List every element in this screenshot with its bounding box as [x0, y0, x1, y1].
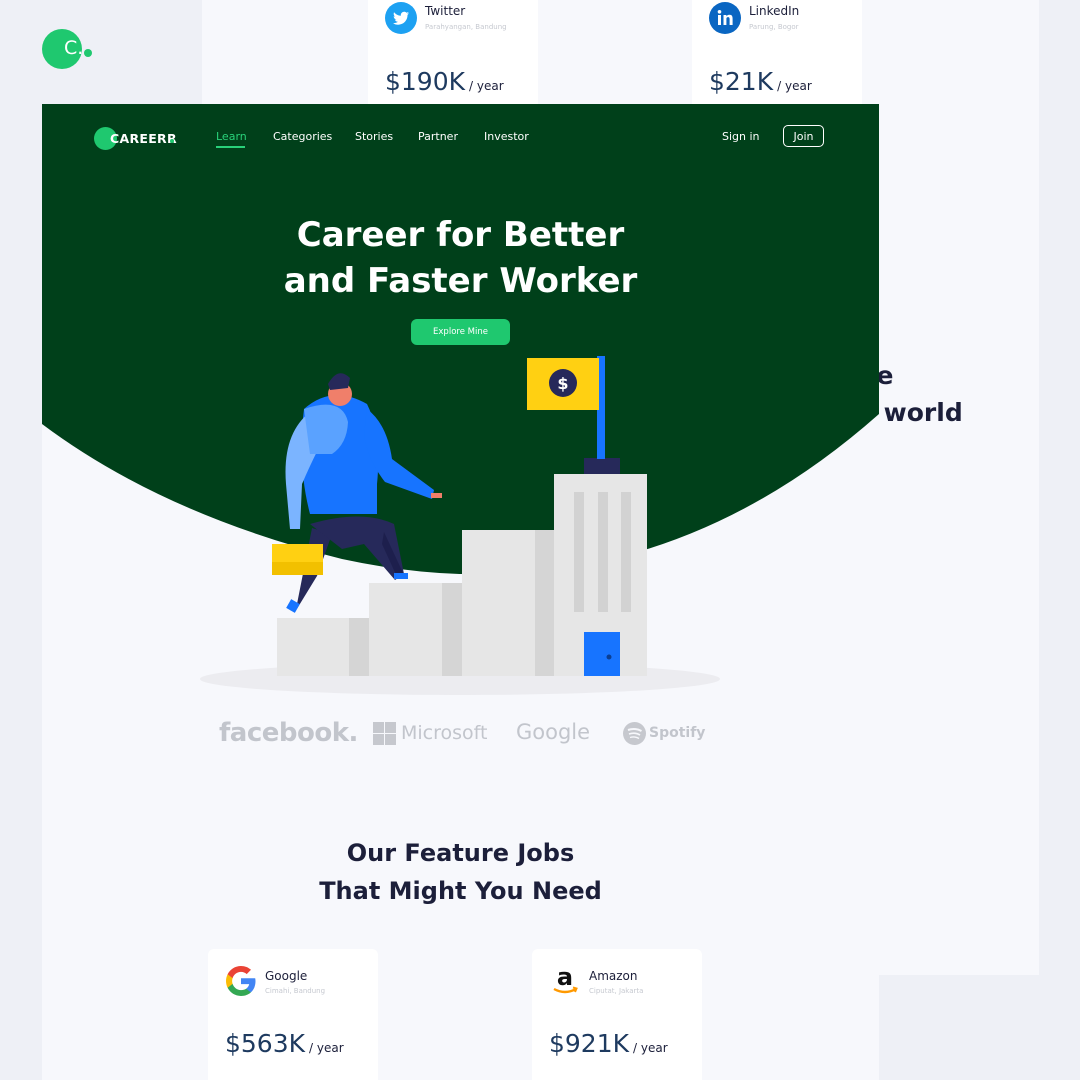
company-location: Ciputat, Jakarta	[589, 987, 644, 995]
salary-period: / year	[309, 1041, 344, 1055]
salary-period: / year	[777, 79, 812, 93]
features-title-line1: Our Feature Jobs	[346, 839, 575, 867]
company-name: Google	[265, 969, 308, 983]
microsoft-icon	[373, 722, 396, 745]
salary: $21K / year	[709, 67, 812, 96]
google-logo: Google	[516, 720, 591, 744]
partner-logos: facebook. Microsoft Google Spotify	[42, 716, 879, 756]
salary-amount: $21K	[709, 67, 774, 96]
features-title-line2: That Might You Need	[319, 877, 602, 905]
salary-amount: $921K	[549, 1029, 630, 1058]
company-name: LinkedIn	[749, 4, 800, 18]
google-icon	[226, 966, 256, 996]
salary: $563K / year	[225, 1029, 344, 1058]
job-card-google[interactable]: Google Cimahi, Bandung $563K / year	[208, 949, 378, 1080]
linkedin-icon	[709, 2, 741, 34]
hero-illustration: $	[200, 356, 720, 695]
spotify-icon	[623, 722, 646, 745]
landing-page: CAREERR Learn Categories Stories Partner…	[42, 104, 879, 1080]
job-card-linkedin[interactable]: LinkedIn Parung, Bogor $21K / year	[692, 0, 862, 104]
facebook-logo: facebook.	[219, 718, 358, 748]
features-title: Our Feature Jobs That Might You Need	[42, 834, 879, 910]
badge-dot	[84, 49, 92, 57]
company-name: Amazon	[589, 969, 638, 983]
salary-amount: $190K	[385, 67, 466, 96]
salary: $190K / year	[385, 67, 504, 96]
company-location: Parahyangan, Bandung	[425, 23, 507, 31]
job-card-amazon[interactable]: a Amazon Ciputat, Jakarta $921K / year	[532, 949, 702, 1080]
company-location: Parung, Bogor	[749, 23, 799, 31]
microsoft-logo: Microsoft	[401, 722, 488, 744]
amazon-icon: a	[553, 965, 578, 994]
salary-period: / year	[469, 79, 504, 93]
badge-letter: C.	[64, 37, 84, 59]
twitter-icon	[385, 2, 417, 34]
salary-period: / year	[633, 1041, 668, 1055]
spotify-logo: Spotify	[649, 725, 706, 741]
company-name: Twitter	[425, 4, 466, 18]
salary-amount: $563K	[225, 1029, 306, 1058]
job-card-twitter[interactable]: Twitter Parahyangan, Bandung $190K / year	[368, 0, 538, 104]
svg-text:$: $	[557, 374, 568, 393]
company-location: Cimahi, Bandung	[265, 987, 326, 995]
salary: $921K / year	[549, 1029, 668, 1058]
svg-text:a: a	[557, 965, 573, 991]
app-logo-badge: C.	[42, 29, 84, 69]
